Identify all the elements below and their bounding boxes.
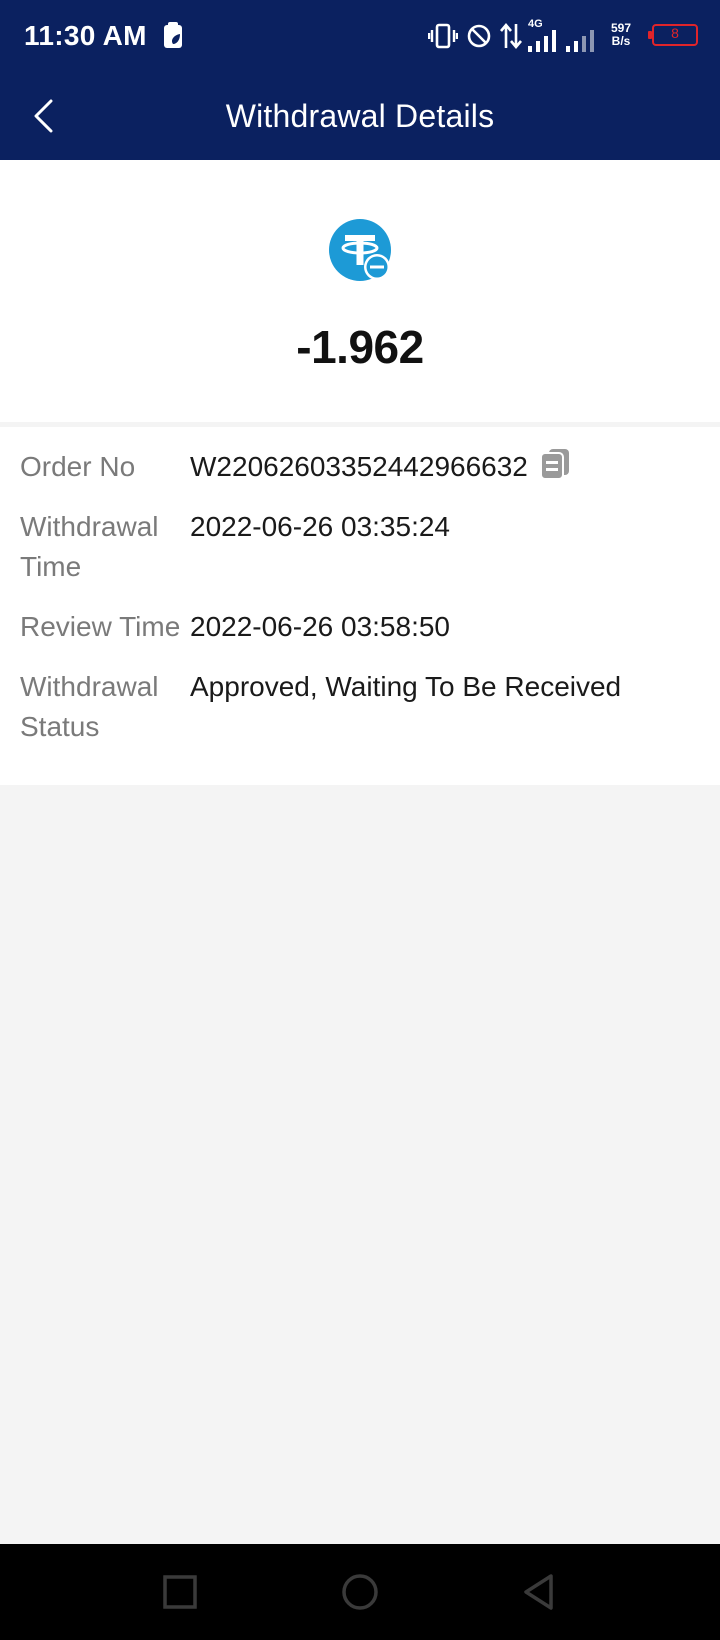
app-header: 11:30 AM 4G 597 B/s 8 Withdrawal Details [0,0,720,160]
tether-withdraw-icon [329,219,391,281]
detail-label: Withdrawal Status [20,671,159,742]
home-circle-icon[interactable] [338,1570,382,1614]
detail-label: Order No [20,451,136,482]
withdrawal-amount: -1.962 [296,321,424,373]
title-bar: Withdrawal Details [0,80,720,152]
battery-level: 8 [671,25,679,41]
detail-label: Review Time [20,611,181,642]
network-speed-unit: B/s [611,34,631,48]
network-speed: 597 B/s [606,22,636,48]
detail-value: 2022-06-26 03:35:24 [190,511,450,542]
signal-strength-icon-1 [528,30,556,52]
vibrate-icon [428,23,458,49]
signal-strength-icon-2 [566,30,594,52]
order-number: W2206260335244296663​2 [190,451,528,482]
data-transfer-icon [500,22,522,50]
status-time: 11:30 AM [24,20,147,51]
network-type-label: 4G [528,18,543,30]
do-not-disturb-icon [467,24,491,48]
detail-value: W2206260335244296663​2 [190,447,570,487]
copy-icon[interactable] [539,448,570,480]
amount-summary: -1.962 [0,160,720,422]
status-icons: 4G 597 B/s 8 [428,18,698,54]
clipboard-notification-icon [164,22,182,48]
detail-label: Withdrawal Time [20,511,159,582]
detail-value: 2022-06-26 03:58:50 [190,611,450,642]
status-bar: 11:30 AM 4G 597 B/s 8 [0,0,720,72]
recents-square-icon[interactable] [158,1570,202,1614]
page-title: Withdrawal Details [225,98,495,134]
details-panel: Order No W2206260335244296663​2 Withdraw… [0,427,720,785]
detail-value: Approved, Waiting To Be Received [190,671,622,702]
system-nav-bar [0,1544,720,1640]
battery-icon: 8 [648,24,698,46]
back-triangle-icon[interactable] [518,1570,562,1614]
